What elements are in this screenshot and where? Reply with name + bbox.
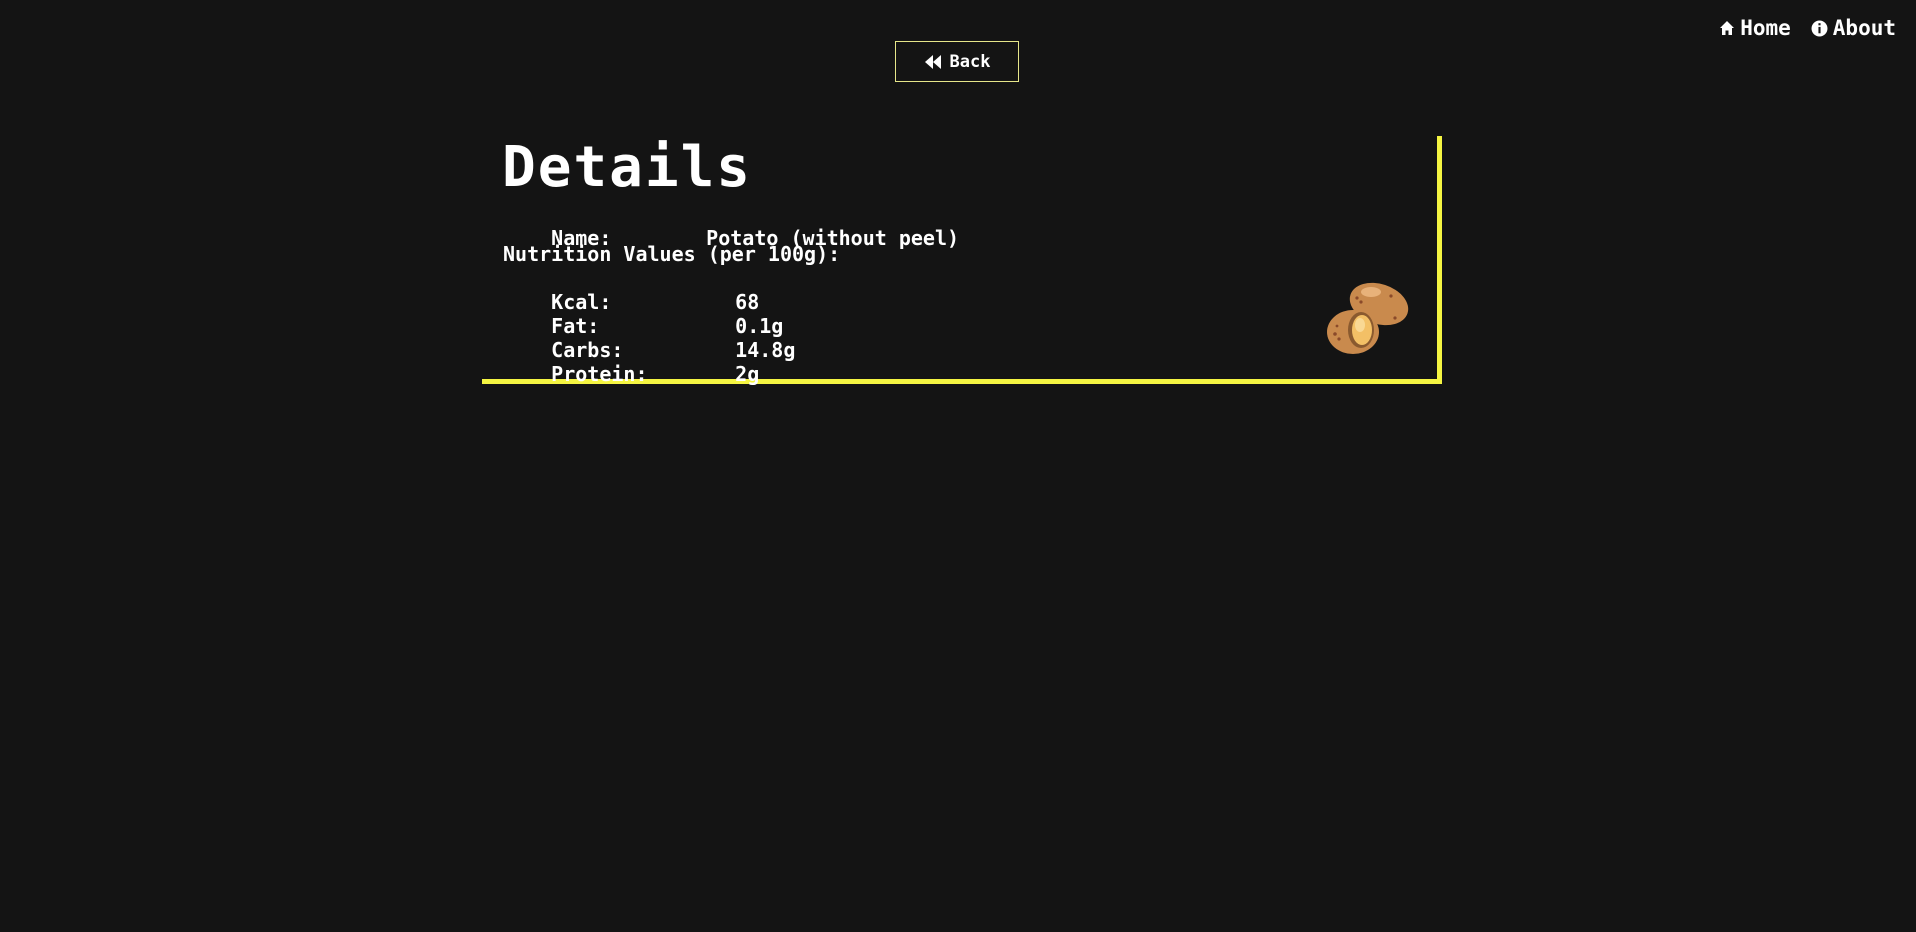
- home-icon: [1720, 21, 1735, 35]
- about-link[interactable]: About: [1811, 16, 1896, 40]
- back-button[interactable]: Back: [895, 41, 1019, 82]
- potato-icon: [1327, 282, 1409, 354]
- back-button-label: Back: [949, 51, 991, 72]
- home-link-label: Home: [1740, 16, 1791, 40]
- home-link[interactable]: Home: [1719, 16, 1791, 40]
- nutrition-row-protein: Protein: 2g: [503, 338, 759, 410]
- rewind-icon: [924, 54, 941, 69]
- about-link-label: About: [1832, 16, 1896, 40]
- top-nav: Home About: [1719, 16, 1896, 40]
- info-icon: [1811, 20, 1828, 36]
- nutrition-value: 2g: [735, 362, 760, 386]
- nutrition-heading: Nutrition Values (per 100g):: [503, 242, 841, 266]
- details-card: Details Name: Potato (without peel) Nutri…: [482, 135, 1442, 386]
- details-title: Details: [502, 135, 753, 200]
- nutrition-label: Protein:: [551, 362, 648, 386]
